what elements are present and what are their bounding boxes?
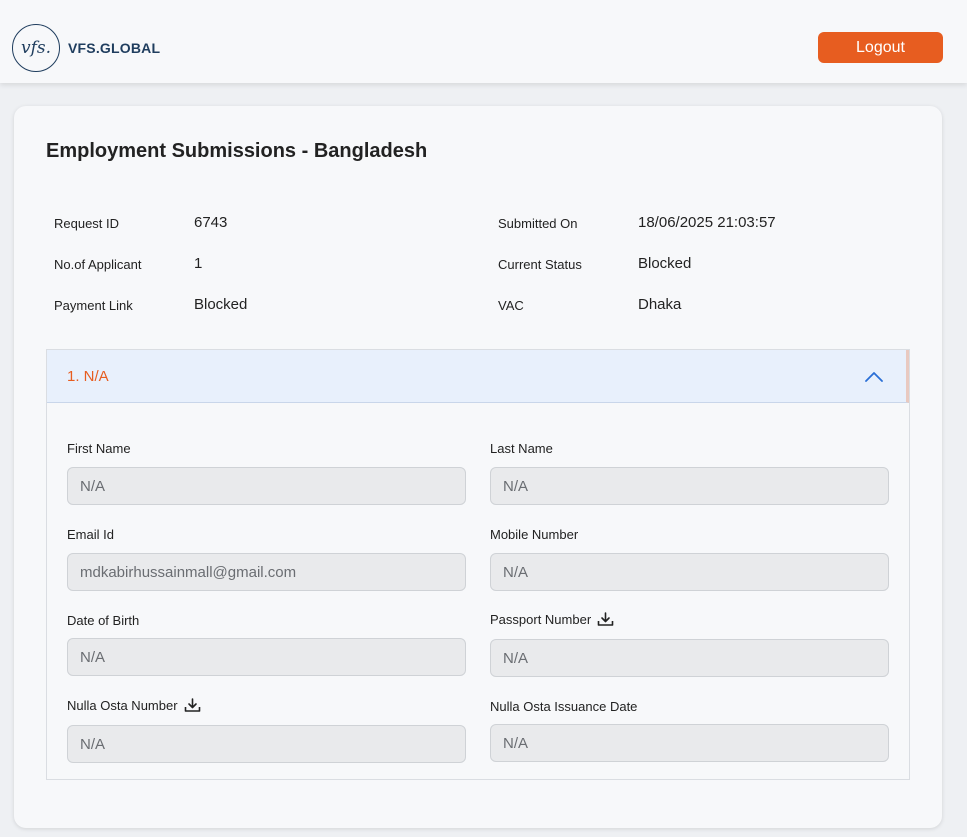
payment-link-label: Payment Link bbox=[54, 298, 133, 313]
applicant-accordion-header[interactable]: 1. N/A bbox=[47, 350, 909, 403]
submitted-on-label: Submitted On bbox=[498, 216, 578, 231]
logout-button[interactable]: Logout bbox=[818, 32, 943, 63]
nulla-osta-label: Nulla Osta Number bbox=[67, 698, 201, 713]
nulla-osta-date-field[interactable] bbox=[490, 724, 889, 762]
download-icon[interactable] bbox=[597, 612, 614, 627]
dob-label: Date of Birth bbox=[67, 613, 139, 628]
passport-label: Passport Number bbox=[490, 612, 614, 627]
email-field[interactable] bbox=[67, 553, 466, 591]
first-name-field[interactable] bbox=[67, 467, 466, 505]
status-value: Blocked bbox=[638, 255, 692, 272]
applicants-label: No.of Applicant bbox=[54, 257, 142, 272]
passport-label-text: Passport Number bbox=[490, 612, 592, 627]
request-id-label: Request ID bbox=[54, 216, 120, 231]
download-icon[interactable] bbox=[184, 698, 201, 713]
passport-field[interactable] bbox=[490, 639, 889, 677]
logo-mark: vfs. bbox=[12, 24, 60, 72]
nulla-osta-field[interactable] bbox=[67, 725, 466, 763]
nulla-osta-date-label: Nulla Osta Issuance Date bbox=[490, 699, 637, 714]
submission-card: Employment Submissions - Bangladesh Requ… bbox=[14, 106, 942, 828]
last-name-field[interactable] bbox=[490, 467, 889, 505]
vac-label: VAC bbox=[498, 298, 524, 313]
nulla-osta-label-text: Nulla Osta Number bbox=[67, 698, 178, 713]
dob-label-text: Date of Birth bbox=[67, 613, 140, 628]
status-label: Current Status bbox=[498, 257, 582, 272]
first-name-label-text: First Name bbox=[67, 441, 131, 456]
chevron-up-icon[interactable] bbox=[863, 366, 885, 388]
nulla-osta-date-label-text: Nulla Osta Issuance Date bbox=[490, 699, 638, 714]
vac-value: Dhaka bbox=[638, 296, 682, 313]
mobile-field[interactable] bbox=[490, 553, 889, 591]
mobile-label: Mobile Number bbox=[490, 527, 578, 542]
applicants-value: 1 bbox=[194, 255, 203, 272]
page-title: Employment Submissions - Bangladesh bbox=[46, 140, 428, 162]
applicant-accordion: 1. N/A First Name Last Name Email Id Mob… bbox=[46, 349, 910, 780]
request-id-value: 6743 bbox=[194, 214, 228, 231]
last-name-label-text: Last Name bbox=[490, 441, 553, 456]
top-header: vfs. VFS.GLOBAL Logout bbox=[0, 0, 967, 83]
email-label-text: Email Id bbox=[67, 527, 114, 542]
first-name-label: First Name bbox=[67, 441, 131, 456]
logo-text: VFS.GLOBAL bbox=[68, 40, 161, 56]
email-label: Email Id bbox=[67, 527, 114, 542]
submitted-on-value: 18/06/2025 21:03:57 bbox=[638, 214, 776, 231]
payment-link-value: Blocked bbox=[194, 296, 248, 313]
applicant-title: 1. N/A bbox=[67, 368, 109, 385]
mobile-label-text: Mobile Number bbox=[490, 527, 579, 542]
last-name-label: Last Name bbox=[490, 441, 553, 456]
vfs-logo[interactable]: vfs. VFS.GLOBAL bbox=[12, 24, 160, 72]
dob-field[interactable] bbox=[67, 638, 466, 676]
